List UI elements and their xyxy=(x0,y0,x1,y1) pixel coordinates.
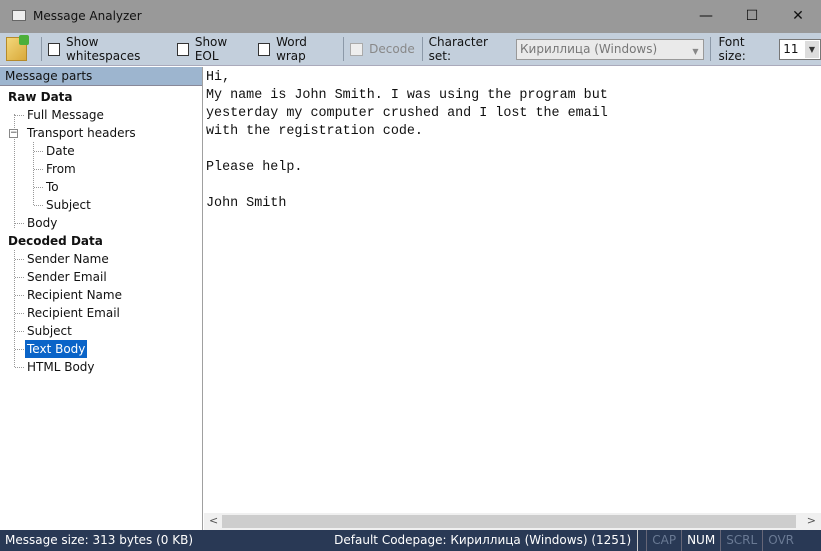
maximize-button[interactable]: ☐ xyxy=(729,0,775,33)
cap-indicator: CAP xyxy=(646,530,681,551)
scrollbar-thumb[interactable] xyxy=(222,515,796,528)
title-bar: Message Analyzer — ☐ ✕ xyxy=(0,0,821,33)
tree-item-sender-name[interactable]: Sender Name xyxy=(27,250,109,268)
checkbox-box[interactable] xyxy=(176,42,189,56)
charset-label: Character set: xyxy=(428,35,488,63)
tree-item-decoded-data[interactable]: Decoded Data xyxy=(8,232,103,250)
separator xyxy=(40,37,42,61)
scroll-left-icon[interactable]: < xyxy=(209,514,218,527)
minimize-button[interactable]: — xyxy=(683,0,729,33)
separator xyxy=(343,37,345,61)
label: Show EOL xyxy=(194,35,228,63)
tree-item-text-body[interactable]: Text Body xyxy=(25,340,88,358)
num-indicator: NUM xyxy=(681,530,720,551)
tree-item-recipient-email[interactable]: Recipient Email xyxy=(27,304,120,322)
label: Decode xyxy=(369,42,415,56)
label: Word wrap xyxy=(276,35,307,63)
chevron-down-icon: ▼ xyxy=(692,46,699,56)
window-title: Message Analyzer xyxy=(33,9,142,23)
message-text-view[interactable]: Hi, My name is John Smith. I was using t… xyxy=(204,67,821,513)
close-button[interactable]: ✕ xyxy=(775,0,821,33)
tree-header: Message parts xyxy=(0,67,202,86)
fontsize-value: 11 xyxy=(783,42,799,56)
tree-item-decoded-subject[interactable]: Subject xyxy=(27,322,72,340)
show-whitespaces-checkbox[interactable]: Show whitespaces xyxy=(47,35,170,63)
tree-item-subject[interactable]: Subject xyxy=(46,196,91,214)
separator xyxy=(709,37,711,61)
status-bar: Message size: 313 bytes (0 KB) Default C… xyxy=(0,530,821,551)
tree-item-body[interactable]: Body xyxy=(27,214,57,232)
show-eol-checkbox[interactable]: Show EOL xyxy=(176,35,251,63)
scroll-right-icon[interactable]: > xyxy=(807,514,816,527)
charset-value: Кириллица (Windows) xyxy=(520,42,658,56)
fontsize-select[interactable]: 11 ▼ xyxy=(779,38,821,60)
decode-checkbox[interactable]: Decode xyxy=(350,42,415,56)
scrl-indicator: SCRL xyxy=(720,530,762,551)
charset-select[interactable]: Кириллица (Windows) ▼ xyxy=(516,38,704,60)
collapse-icon[interactable]: − xyxy=(9,129,18,138)
message-size: Message size: 313 bytes (0 KB) xyxy=(5,533,194,547)
tree-item-from[interactable]: From xyxy=(46,160,76,178)
fontsize-label: Font size: xyxy=(718,35,746,63)
checkbox-box[interactable] xyxy=(257,42,271,56)
tree-item-to[interactable]: To xyxy=(46,178,59,196)
separator xyxy=(421,37,423,61)
word-wrap-checkbox[interactable]: Word wrap xyxy=(257,35,336,63)
tree-item-date[interactable]: Date xyxy=(46,142,75,160)
checkbox-box[interactable] xyxy=(47,42,61,56)
tree-item-full-message[interactable]: Full Message xyxy=(27,106,104,124)
tree-item-sender-email[interactable]: Sender Email xyxy=(27,268,107,286)
tree-item-raw-data[interactable]: Raw Data xyxy=(8,88,73,106)
toolbar: Show whitespaces Show EOL Word wrap Deco… xyxy=(0,33,821,66)
horizontal-scrollbar[interactable]: < > xyxy=(204,513,821,530)
tree-item-transport-headers[interactable]: Transport headers xyxy=(27,124,136,142)
open-folder-icon[interactable] xyxy=(6,35,29,61)
envelope-icon xyxy=(12,10,26,21)
tree-item-recipient-name[interactable]: Recipient Name xyxy=(27,286,122,304)
tree-item-html-body[interactable]: HTML Body xyxy=(27,358,95,376)
checkbox-box[interactable] xyxy=(350,42,364,56)
label: Show whitespaces xyxy=(66,35,141,63)
chevron-down-icon[interactable]: ▼ xyxy=(804,40,819,58)
default-codepage: Default Codepage: Кириллица (Windows) (1… xyxy=(329,530,639,551)
ovr-indicator: OVR xyxy=(762,530,799,551)
